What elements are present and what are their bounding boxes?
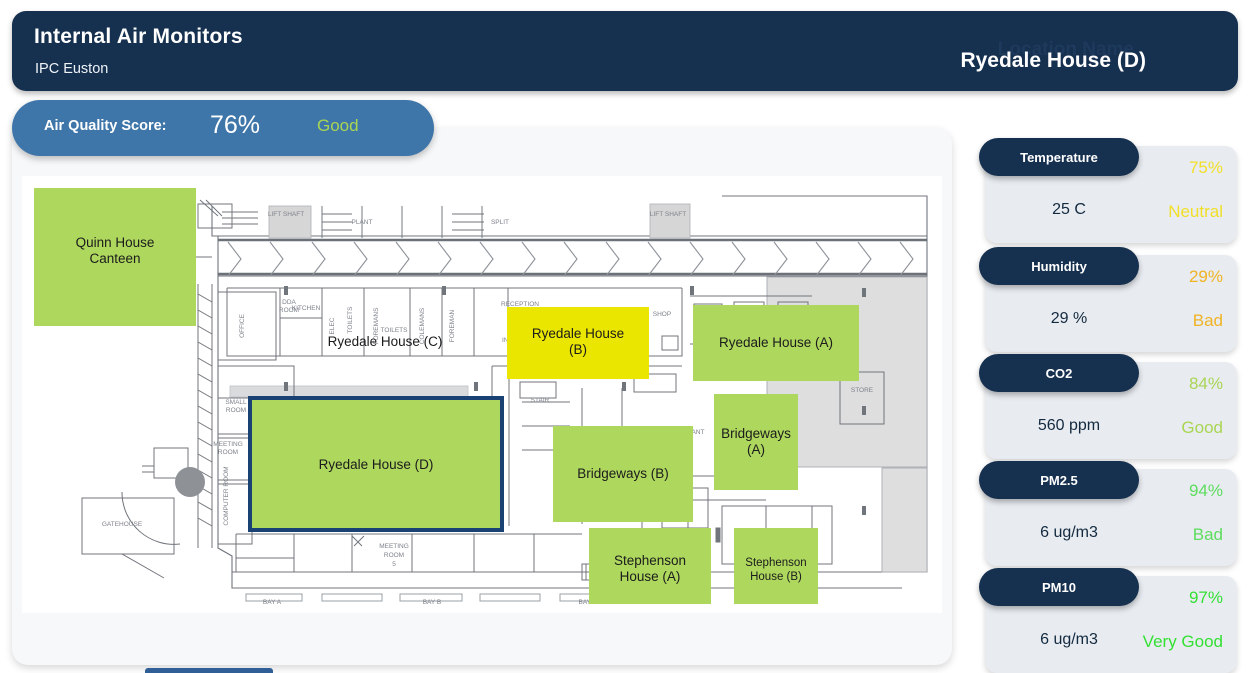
metric-percent-co2: 84% — [1188, 374, 1223, 393]
zone-quinn-house-canteen — [34, 188, 196, 326]
page-subtitle: IPC Euston — [35, 61, 109, 77]
zone-ryedale-house-a — [693, 305, 859, 381]
metric-pill-temperature: Temperature — [979, 138, 1139, 176]
svg-text:SPLIT: SPLIT — [491, 219, 509, 226]
svg-text:MEETING: MEETING — [213, 441, 243, 448]
zone-stephenson-house-a — [589, 528, 711, 604]
zone-stephenson-house-b — [734, 528, 818, 604]
air-quality-score-status: Good — [317, 116, 359, 135]
metric-card-humidity[interactable]: Humidity 29 % 29% Bad — [979, 247, 1237, 352]
metric-card-pm25[interactable]: PM2.5 6 ug/m3 94% Bad — [979, 461, 1237, 566]
floorplan-card: OFFICE DDA ROOM ELEC FOREMANS COLEMANS F… — [12, 128, 952, 665]
svg-text:SMALL: SMALL — [225, 399, 247, 406]
svg-text:ROOM: ROOM — [218, 449, 238, 456]
svg-text:ROOM: ROOM — [384, 552, 404, 559]
svg-text:SHOP: SHOP — [653, 311, 671, 318]
svg-text:COMPUTER ROOM: COMPUTER ROOM — [223, 466, 230, 525]
zone-bridgeways-a — [714, 394, 798, 490]
metric-percent-pm25: 94% — [1188, 481, 1223, 500]
metric-status-temperature: Neutral — [1168, 202, 1223, 221]
metric-name-co2: CO2 — [1045, 365, 1073, 381]
metric-name-pm25: PM2.5 — [1040, 472, 1078, 488]
metric-reading-humidity: 29 % — [1050, 310, 1088, 327]
air-monitor-dashboard: Internal Air Monitors IPC Euston Locatio… — [0, 0, 1250, 673]
svg-text:LIFT SHAFT: LIFT SHAFT — [268, 211, 304, 218]
svg-text:BAY A: BAY A — [263, 599, 282, 606]
svg-text:RECEPTION: RECEPTION — [501, 301, 539, 308]
floorplan-drawing: OFFICE DDA ROOM ELEC FOREMANS COLEMANS F… — [34, 188, 928, 606]
metric-reading-pm25: 6 ug/m3 — [1040, 524, 1098, 541]
zone-ryedale-house-c — [290, 296, 490, 386]
air-quality-score-value: 76% — [210, 111, 261, 139]
metric-card-list: Temperature 25 C 75% Neutral Humidity 29… — [963, 128, 1250, 673]
svg-text:BAY B: BAY B — [423, 599, 442, 606]
svg-text:ROOM: ROOM — [226, 407, 246, 414]
metric-pill-pm10: PM10 — [979, 568, 1139, 606]
metric-card-temperature[interactable]: Temperature 25 C 75% Neutral — [979, 138, 1237, 243]
svg-text:PLANT: PLANT — [352, 219, 373, 226]
zone-ryedale-house-b — [507, 307, 649, 379]
svg-text:STORE: STORE — [851, 387, 874, 394]
metric-reading-co2: 560 ppm — [1037, 417, 1101, 434]
page-header: Internal Air Monitors IPC Euston Locatio… — [12, 11, 1238, 91]
metric-pill-co2: CO2 — [979, 354, 1139, 392]
metric-card-co2[interactable]: CO2 560 ppm 84% Good — [979, 354, 1237, 459]
metric-status-co2: Good — [1181, 418, 1223, 437]
metric-card-pm10[interactable]: PM10 6 ug/m3 97% Very Good — [979, 568, 1237, 673]
zone-bridgeways-b — [553, 426, 693, 522]
page-title: Internal Air Monitors — [34, 25, 243, 48]
offscreen-panel-edge[interactable] — [145, 668, 273, 673]
air-quality-score-banner: Air Quality Score: 76% Good — [12, 100, 434, 156]
metric-percent-temperature: 75% — [1188, 158, 1223, 177]
metric-reading-pm10: 6 ug/m3 — [1040, 631, 1098, 648]
svg-text:MEETING: MEETING — [379, 543, 409, 550]
metric-pill-pm25: PM2.5 — [979, 461, 1139, 499]
svg-text:OFFICE: OFFICE — [239, 313, 246, 337]
metric-name-temperature: Temperature — [1020, 149, 1098, 165]
metric-pill-humidity: Humidity — [979, 247, 1139, 285]
svg-text:GATEHOUSE: GATEHOUSE — [102, 521, 143, 528]
metric-percent-pm10: 97% — [1188, 588, 1223, 607]
svg-text:STAIR: STAIR — [531, 397, 550, 404]
svg-text:5: 5 — [392, 561, 396, 568]
metric-reading-temperature: 25 C — [1052, 201, 1086, 218]
air-quality-score-label: Air Quality Score: — [44, 118, 167, 134]
metric-status-pm10: Very Good — [1142, 632, 1223, 651]
current-location-label: Ryedale House (D) — [960, 49, 1146, 72]
metric-status-pm25: Bad — [1192, 525, 1223, 544]
metric-name-pm10: PM10 — [1042, 579, 1076, 595]
zone-ryedale-house-d-selected — [248, 396, 504, 532]
svg-text:LIFT SHAFT: LIFT SHAFT — [650, 211, 686, 218]
metric-name-humidity: Humidity — [1031, 258, 1087, 274]
metric-status-humidity: Bad — [1192, 311, 1223, 330]
floorplan-viewport[interactable]: OFFICE DDA ROOM ELEC FOREMANS COLEMANS F… — [22, 176, 942, 613]
metric-percent-humidity: 29% — [1188, 267, 1223, 286]
